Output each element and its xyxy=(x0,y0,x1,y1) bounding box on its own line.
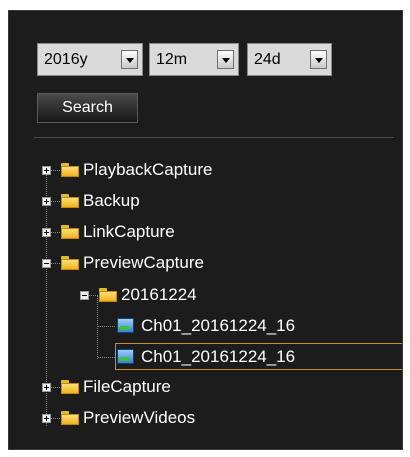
day-select-value: 24d xyxy=(254,51,281,68)
expand-plus-icon[interactable] xyxy=(42,383,51,392)
tree-connector xyxy=(89,295,98,296)
tree-item-date-folder[interactable]: 20161224 xyxy=(79,283,319,307)
year-dropdown-arrow-icon[interactable] xyxy=(121,50,138,69)
tree-item-file-capture[interactable]: FileCapture xyxy=(41,375,321,399)
tree-item-file-selected[interactable]: Ch01_20161224_16 xyxy=(98,345,397,369)
expand-plus-icon[interactable] xyxy=(42,197,51,206)
day-dropdown-arrow-icon[interactable] xyxy=(310,50,327,69)
tree-item-file[interactable]: Ch01_20161224_16 xyxy=(98,314,397,338)
image-file-icon xyxy=(117,349,134,364)
collapse-minus-icon[interactable] xyxy=(42,259,51,268)
expand-plus-icon[interactable] xyxy=(42,414,51,423)
folder-icon xyxy=(61,163,79,177)
search-button[interactable]: Search xyxy=(37,93,138,123)
month-select[interactable]: 12m xyxy=(149,43,239,76)
tree-item-label: Ch01_20161224_16 xyxy=(141,347,296,366)
year-select-value: 2016y xyxy=(44,51,88,68)
tree-item-label: PlaybackCapture xyxy=(83,160,213,179)
tree-item-label: Ch01_20161224_16 xyxy=(141,316,296,335)
tree-item-label: LinkCapture xyxy=(83,222,175,241)
folder-icon xyxy=(61,380,79,394)
capture-browser-panel: 2016y 12m 24d Search PlaybackCapture Bac… xyxy=(8,10,403,450)
tree-connector xyxy=(51,170,60,171)
tree-connector xyxy=(51,263,60,264)
expand-plus-icon[interactable] xyxy=(42,228,51,237)
tree-connector xyxy=(51,201,60,202)
tree-connector xyxy=(51,387,60,388)
tree-item-label: FileCapture xyxy=(83,377,171,396)
day-select[interactable]: 24d xyxy=(247,43,332,76)
tree-item-preview-videos[interactable]: PreviewVideos xyxy=(41,406,321,430)
tree-connector xyxy=(98,357,115,358)
tree-item-label: 20161224 xyxy=(121,285,197,304)
tree-item-label: Backup xyxy=(83,191,140,210)
folder-icon xyxy=(61,411,79,425)
tree-item-playback-capture[interactable]: PlaybackCapture xyxy=(41,158,321,182)
folder-icon xyxy=(61,194,79,208)
folder-icon xyxy=(61,256,79,270)
month-dropdown-arrow-icon[interactable] xyxy=(217,50,234,69)
collapse-minus-icon[interactable] xyxy=(80,291,89,300)
expand-plus-icon[interactable] xyxy=(42,166,51,175)
folder-icon xyxy=(61,225,79,239)
tree-item-preview-capture[interactable]: PreviewCapture xyxy=(41,251,321,275)
tree-connector xyxy=(51,418,60,419)
tree-item-label: PreviewCapture xyxy=(83,253,204,272)
tree-item-label: PreviewVideos xyxy=(83,408,196,427)
tree-connector xyxy=(98,326,115,327)
tree-item-link-capture[interactable]: LinkCapture xyxy=(41,220,321,244)
divider xyxy=(34,137,394,138)
tree-item-backup[interactable]: Backup xyxy=(41,189,321,213)
image-file-icon xyxy=(117,318,134,333)
year-select[interactable]: 2016y xyxy=(37,43,143,76)
month-select-value: 12m xyxy=(156,51,188,68)
tree-connector xyxy=(51,232,60,233)
folder-icon xyxy=(99,288,117,302)
